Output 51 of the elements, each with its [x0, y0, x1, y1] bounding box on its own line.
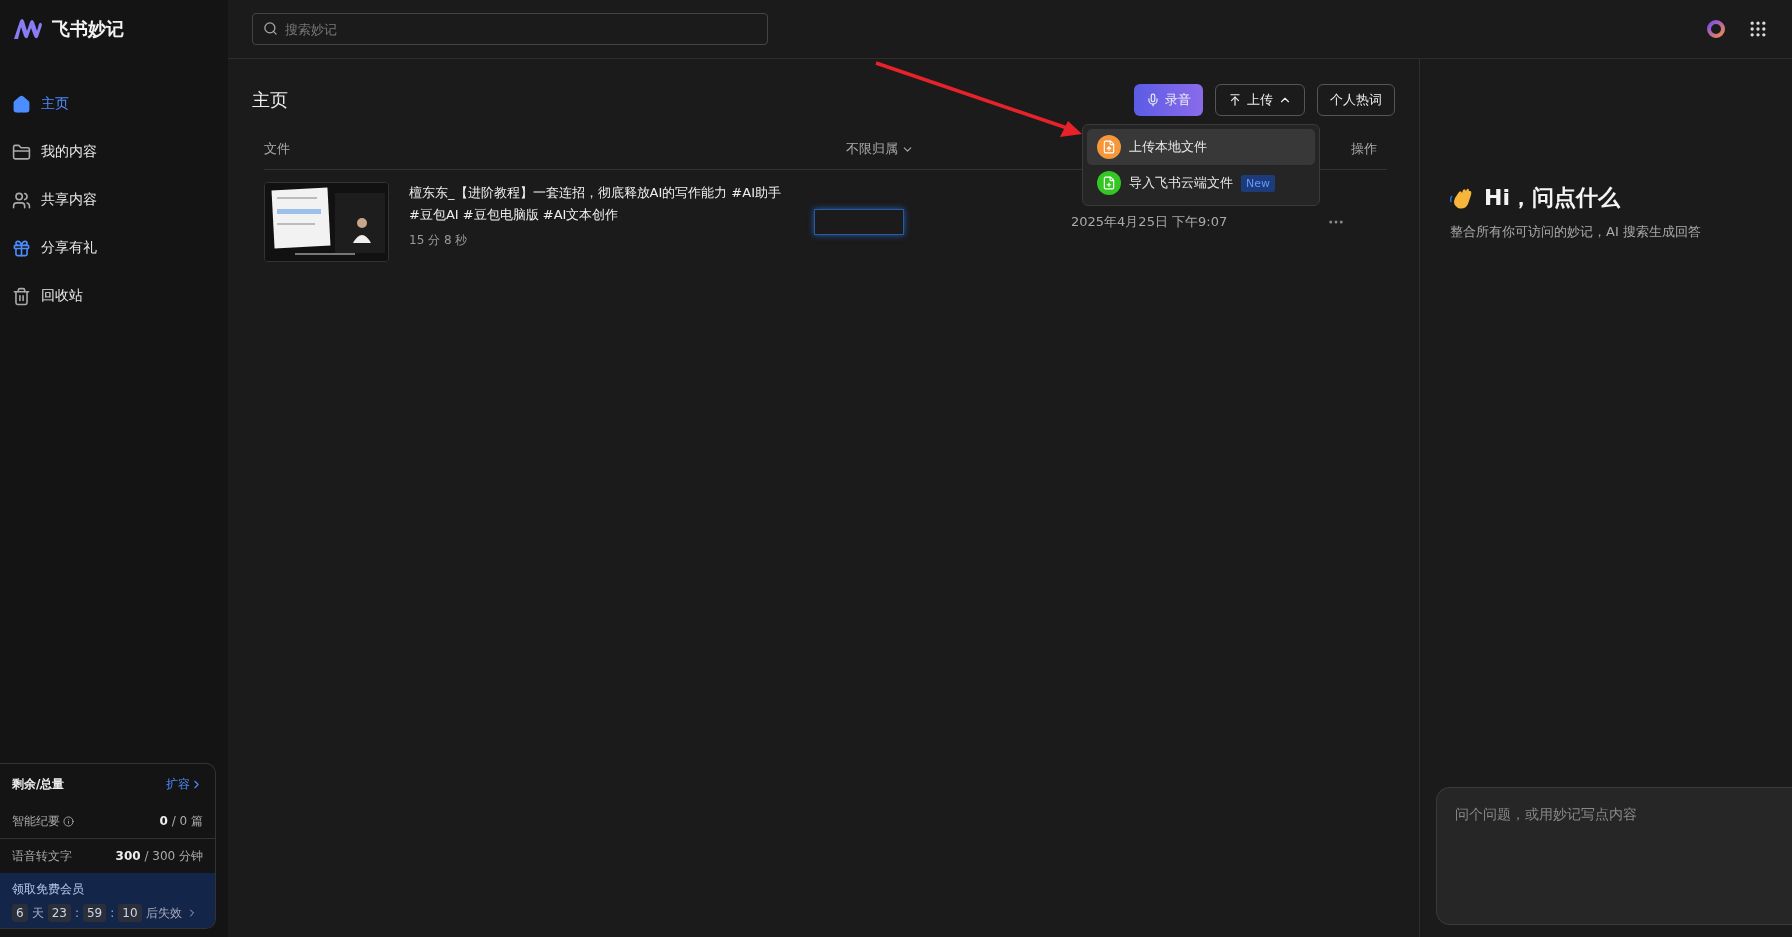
- app-name: 飞书妙记: [52, 17, 124, 41]
- countdown-unit: 后失效: [145, 904, 182, 922]
- promo-title: 领取免费会员: [12, 881, 85, 898]
- search-icon: [263, 21, 278, 36]
- page-title: 主页: [252, 88, 288, 112]
- ring-icon: [1706, 19, 1726, 39]
- quota-value: 0 / 0 篇: [159, 812, 203, 830]
- trash-icon: [12, 286, 31, 306]
- countdown-digit: 10: [118, 904, 142, 922]
- quota-label: 语音转文字: [12, 847, 72, 865]
- folder-icon: [12, 142, 31, 162]
- sidebar-item[interactable]: 主页: [0, 80, 228, 128]
- sidebar-item[interactable]: 我的内容: [0, 128, 228, 176]
- sidebar-item[interactable]: 共享内容: [0, 176, 228, 224]
- file-title[interactable]: 檀东东_【进阶教程】一套连招，彻底释放AI的写作能力 #AI助手 #豆包AI #豆包电脑版 #AI文本创作: [409, 182, 781, 226]
- countdown-separator: :: [110, 906, 115, 920]
- promo-banner[interactable]: 领取免费会员 6 天 23 : 59 : 10 后失效: [0, 873, 215, 928]
- assistant-subtitle: 整合所有你可访问的妙记，AI 搜索生成回答: [1450, 223, 1702, 241]
- quota-value: 300 / 300 分钟: [115, 847, 203, 865]
- ownership-filter[interactable]: 不限归属: [846, 140, 914, 158]
- countdown-separator: :: [74, 906, 79, 920]
- countdown-digit: 6: [12, 904, 28, 922]
- sidebar-item[interactable]: 回收站: [0, 272, 228, 320]
- people-icon: [12, 190, 31, 210]
- file-duration: 15 分 8 秒: [409, 232, 469, 249]
- record-button[interactable]: 录音: [1134, 84, 1203, 116]
- countdown-digit: 59: [82, 904, 107, 922]
- new-badge: New: [1241, 174, 1275, 192]
- microphone-icon: [1146, 93, 1160, 107]
- apps-grid-icon[interactable]: [1748, 19, 1768, 39]
- search-field[interactable]: 搜索妙记: [252, 13, 768, 45]
- expand-link[interactable]: 扩容: [166, 775, 203, 793]
- column-header: 操作: [1351, 140, 1377, 158]
- menu-item[interactable]: 上传本地文件: [1087, 129, 1315, 165]
- sidebar-item[interactable]: 分享有礼: [0, 224, 228, 272]
- upload-icon: [1228, 93, 1242, 107]
- greeting: Hi，问点什么: [1484, 184, 1620, 212]
- toolbar-button[interactable]: 个人热词: [1317, 84, 1395, 116]
- gift-icon: [12, 238, 31, 258]
- home-icon: [12, 94, 31, 114]
- quota-title: 剩余/总量: [12, 775, 65, 793]
- file-date: 2025年4月25日 下午9:07: [1071, 213, 1229, 231]
- toolbar-button[interactable]: 上传: [1215, 84, 1305, 116]
- countdown-unit: 天: [31, 904, 44, 922]
- column-header: 文件: [264, 140, 290, 158]
- quota-label: 智能纪要: [12, 812, 60, 830]
- menu-item[interactable]: 导入飞书云端文件 New: [1087, 165, 1315, 201]
- info-icon: [63, 815, 74, 827]
- question-field[interactable]: 问个问题，或用妙记写点内容: [1436, 787, 1792, 925]
- logo-icon: [12, 17, 44, 41]
- countdown-digit: 23: [47, 904, 71, 922]
